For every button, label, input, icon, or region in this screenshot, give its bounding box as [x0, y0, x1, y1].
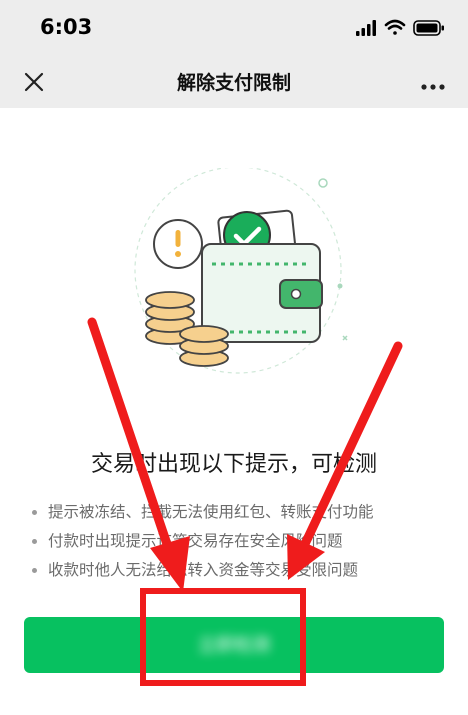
more-icon[interactable] [420, 77, 446, 90]
status-time: 6:03 [40, 15, 93, 39]
page-title: 解除支付限制 [176, 72, 291, 94]
list-item: 提示被冻结、拦截无法使用红包、转账支付功能 [30, 498, 450, 527]
warning-icon [153, 219, 203, 269]
status-icons [356, 18, 446, 38]
signal-icon [356, 20, 376, 36]
wallet-illustration-svg [134, 166, 348, 374]
decor-dot [318, 178, 328, 188]
wallet-illustration [110, 166, 360, 378]
highlight-box [140, 588, 306, 686]
list-item: 收款时他人无法给您转入资金等交易受限问题 [30, 556, 450, 585]
status-bar: 6:03 [0, 0, 468, 56]
decor-sparkle [342, 335, 348, 341]
nav-bar: 解除支付限制 [0, 56, 468, 108]
decor-dot [337, 283, 343, 289]
tips-list: 提示被冻结、拦截无法使用红包、转账支付功能 付款时出现提示该笔交易存在安全风险问… [30, 498, 450, 585]
more-icon-svg [421, 84, 445, 90]
battery-icon [413, 20, 444, 36]
status-icons-group [356, 19, 444, 36]
wifi-icon [384, 19, 406, 35]
list-item: 付款时出现提示该笔交易存在安全风险问题 [30, 527, 450, 556]
detection-heading: 交易时出现以下提示，可检测 [90, 452, 377, 477]
